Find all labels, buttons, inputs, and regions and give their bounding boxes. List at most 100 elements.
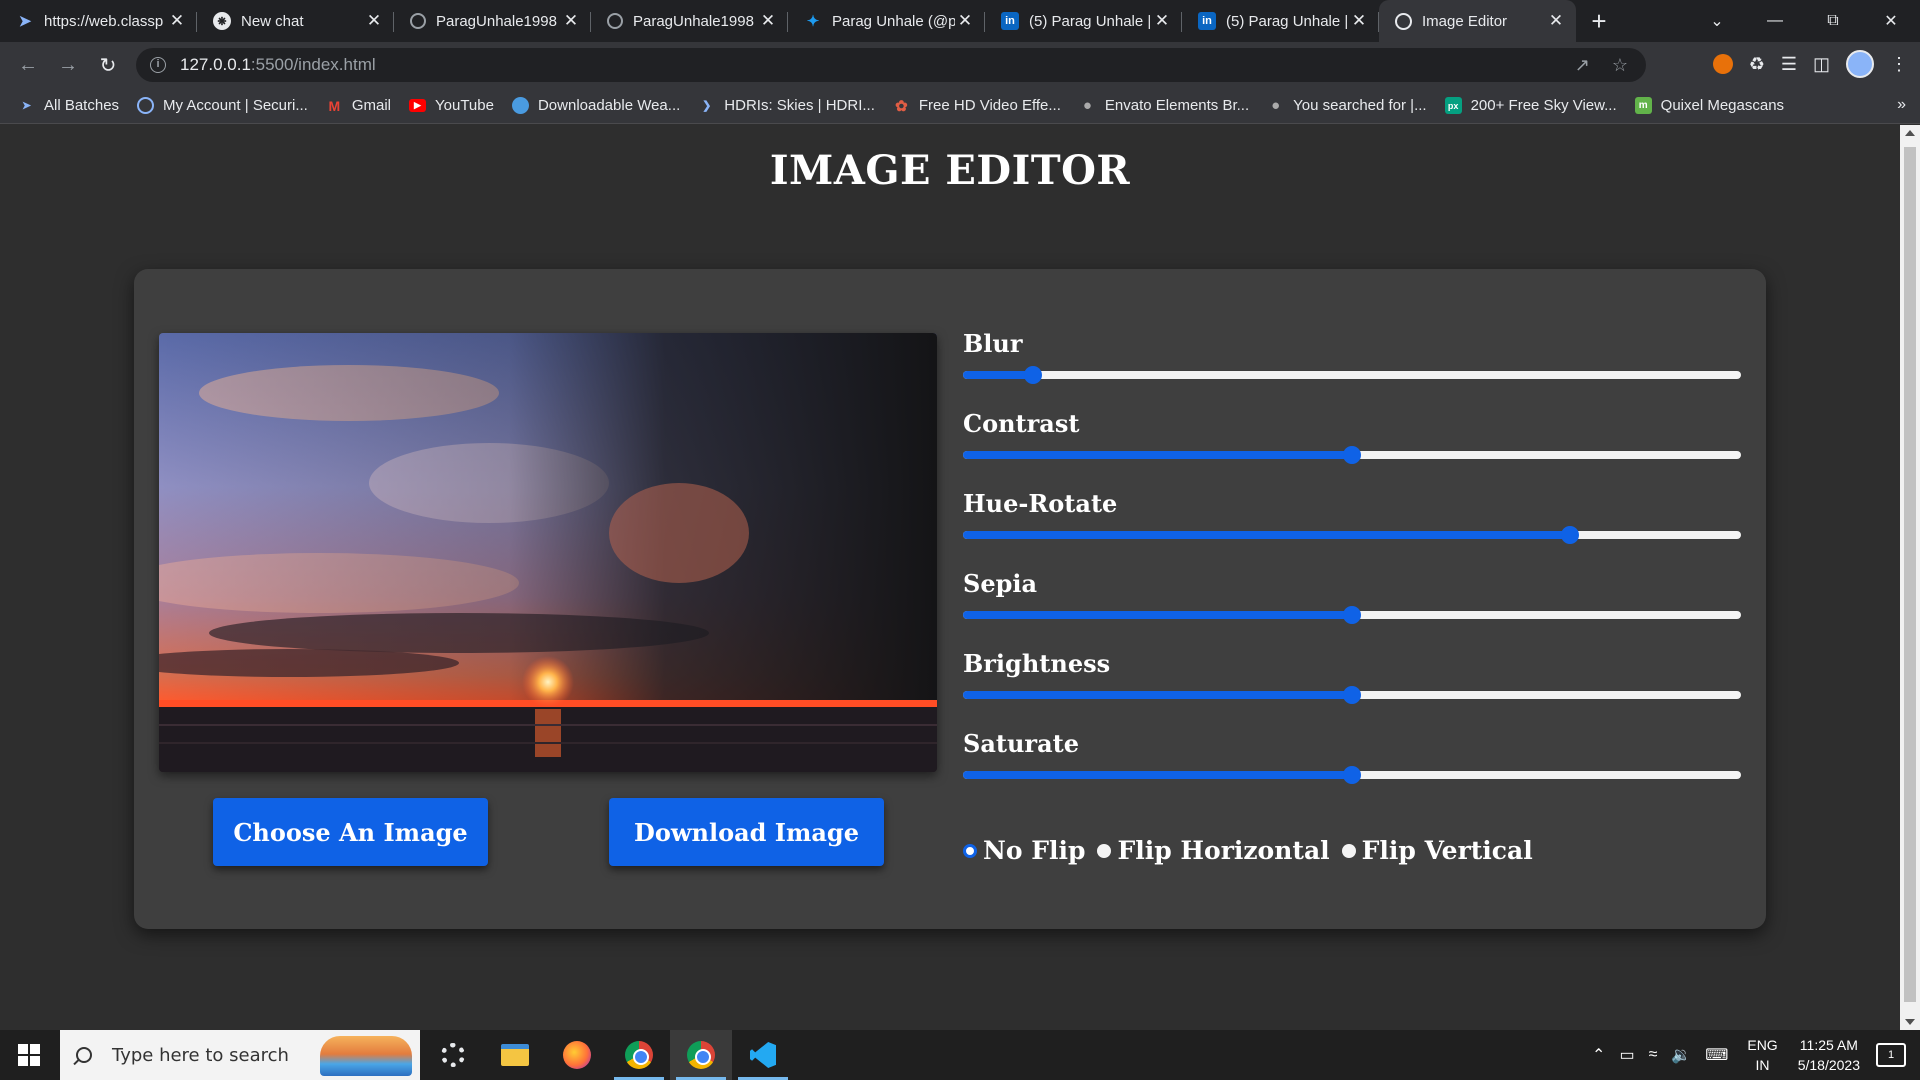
new-tab-button[interactable]: + xyxy=(1576,0,1622,42)
radio-button[interactable] xyxy=(1097,843,1112,858)
vscode-app-icon[interactable] xyxy=(732,1030,794,1080)
chrome-profile-app-icon[interactable] xyxy=(670,1030,732,1080)
reload-icon[interactable]: ↻ xyxy=(88,53,128,78)
close-icon[interactable]: ✕ xyxy=(561,11,581,31)
wifi-icon[interactable]: ≈ xyxy=(1649,1046,1658,1064)
volume-icon[interactable]: 🔉 xyxy=(1671,1045,1691,1065)
scroll-up-icon[interactable] xyxy=(1905,130,1915,136)
tab-linkedin-2[interactable]: in (5) Parag Unhale | ✕ xyxy=(1182,0,1379,42)
bookmark-you-searched[interactable]: ● You searched for |... xyxy=(1267,97,1426,114)
contrast-slider[interactable] xyxy=(963,446,1741,464)
firefox-icon xyxy=(563,1041,591,1069)
bookmark-hdris[interactable]: ❯ HDRIs: Skies | HDRI... xyxy=(698,97,875,114)
chevron-up-icon[interactable]: ⌃ xyxy=(1592,1045,1605,1065)
saturate-slider[interactable] xyxy=(963,766,1741,784)
search-placeholder: Type here to search xyxy=(112,1044,289,1066)
bookmark-envato-elements[interactable]: ● Envato Elements Br... xyxy=(1079,97,1249,114)
bookmark-all-batches[interactable]: ➤ All Batches xyxy=(18,97,119,114)
arrow-icon: ➤ xyxy=(21,100,32,112)
url-text[interactable]: 127.0.0.1:5500/index.html xyxy=(180,55,376,75)
close-icon[interactable]: ✕ xyxy=(1546,11,1566,31)
bookmark-label: Free HD Video Effe... xyxy=(918,97,1061,114)
page-scrollbar[interactable] xyxy=(1900,125,1920,1030)
lang-region: IN xyxy=(1755,1057,1770,1073)
slider-handle[interactable] xyxy=(1560,526,1579,544)
close-icon[interactable]: ✕ xyxy=(955,11,975,31)
slider-handle[interactable] xyxy=(1343,606,1361,624)
bookmark-free-sky-view[interactable]: px 200+ Free Sky View... xyxy=(1444,97,1617,114)
slider-handle[interactable] xyxy=(1343,446,1361,464)
close-icon[interactable]: ✕ xyxy=(1349,11,1369,31)
blur-slider[interactable] xyxy=(963,366,1741,384)
radio-button[interactable] xyxy=(1341,843,1356,858)
radio-button[interactable] xyxy=(963,843,977,858)
language-indicator[interactable]: ENG IN xyxy=(1747,1035,1777,1075)
bookmark-label: Gmail xyxy=(351,97,392,114)
restore-button[interactable]: ⧉ xyxy=(1804,12,1862,30)
keyboard-icon[interactable]: ⌨ xyxy=(1705,1045,1728,1065)
minimize-button[interactable]: — xyxy=(1746,12,1804,30)
pexels-icon: px xyxy=(1444,97,1462,114)
tab-github-2[interactable]: ParagUnhale1998 ✕ xyxy=(591,0,788,42)
start-button[interactable] xyxy=(0,1030,58,1080)
tab-image-editor[interactable]: Image Editor ✕ xyxy=(1379,0,1576,42)
battery-icon[interactable]: ▭ xyxy=(1619,1045,1634,1065)
tab-title: New chat xyxy=(241,12,304,30)
bookmark-downloadable-wea[interactable]: Downloadable Wea... xyxy=(511,97,680,114)
file-explorer-app-icon[interactable] xyxy=(484,1030,546,1080)
notification-icon[interactable]: 1 xyxy=(1876,1043,1906,1067)
info-icon[interactable]: i xyxy=(150,57,166,73)
tab-new-chat[interactable]: ❋ New chat ✕ xyxy=(197,0,394,42)
slider-handle[interactable] xyxy=(1024,366,1043,384)
back-icon[interactable]: ← xyxy=(8,54,48,77)
bookmark-gmail[interactable]: M Gmail xyxy=(326,97,392,114)
media-icon[interactable]: ☰ xyxy=(1781,54,1797,75)
flip-none-option[interactable]: No Flip xyxy=(963,836,1085,865)
linkedin-icon: in xyxy=(1001,12,1019,30)
filter-contrast: Contrast xyxy=(963,409,1743,489)
slider-handle[interactable] xyxy=(1343,766,1361,784)
flip-horizontal-option[interactable]: Flip Horizontal xyxy=(1097,836,1330,865)
chrome-app-icon[interactable] xyxy=(608,1030,670,1080)
settings-app-icon[interactable] xyxy=(422,1030,484,1080)
puzzle-icon[interactable]: ♻ xyxy=(1749,54,1765,75)
sepia-slider[interactable] xyxy=(963,606,1741,624)
scrollbar-thumb[interactable] xyxy=(1904,147,1916,1002)
clock[interactable]: 11:25 AM 5/18/2023 xyxy=(1798,1035,1860,1075)
close-icon[interactable]: ✕ xyxy=(364,11,384,31)
bookmark-youtube[interactable]: ▶ YouTube xyxy=(409,97,494,114)
choose-image-button[interactable]: Choose An Image xyxy=(213,798,488,866)
side-panel-icon[interactable]: ◫ xyxy=(1813,54,1830,75)
address-bar[interactable]: i 127.0.0.1:5500/index.html ↗ ☆ xyxy=(136,48,1646,82)
menu-icon[interactable]: ⋮ xyxy=(1890,54,1908,75)
tab-search-icon[interactable]: ⌄ xyxy=(1688,11,1746,31)
bookmarks-overflow-icon[interactable]: » xyxy=(1897,96,1906,114)
close-window-button[interactable]: ✕ xyxy=(1862,11,1920,31)
close-icon[interactable]: ✕ xyxy=(758,11,778,31)
tab-title: ParagUnhale1998 xyxy=(436,12,557,30)
slider-handle[interactable] xyxy=(1343,686,1361,704)
forward-icon[interactable]: → xyxy=(48,54,88,77)
bookmark-star-icon[interactable]: ☆ xyxy=(1612,55,1628,76)
slider-label: Blur xyxy=(963,329,1023,358)
tab-title: Parag Unhale (@p xyxy=(832,12,955,30)
share-icon[interactable]: ↗ xyxy=(1575,55,1590,76)
tab-classplus[interactable]: ➤ https://web.classp ✕ xyxy=(0,0,197,42)
close-icon[interactable]: ✕ xyxy=(1152,11,1172,31)
close-icon[interactable]: ✕ xyxy=(167,11,187,31)
download-image-button[interactable]: Download Image xyxy=(609,798,884,866)
extension-icon[interactable] xyxy=(1712,54,1733,74)
tab-linkedin-1[interactable]: in (5) Parag Unhale | ✕ xyxy=(985,0,1182,42)
bookmark-quixel[interactable]: m Quixel Megascans xyxy=(1634,97,1784,114)
hue-rotate-slider[interactable] xyxy=(963,526,1741,544)
bookmark-free-hd-video[interactable]: ✿ Free HD Video Effe... xyxy=(893,97,1061,115)
tab-github-1[interactable]: ParagUnhale1998 ✕ xyxy=(394,0,591,42)
taskbar-search-box[interactable]: Type here to search xyxy=(60,1030,420,1080)
flip-vertical-option[interactable]: Flip Vertical xyxy=(1341,836,1533,865)
avatar[interactable] xyxy=(1846,50,1874,78)
tab-twitter[interactable]: ✦ Parag Unhale (@p ✕ xyxy=(788,0,985,42)
bookmark-my-account[interactable]: My Account | Securi... xyxy=(137,97,308,114)
firefox-app-icon[interactable] xyxy=(546,1030,608,1080)
brightness-slider[interactable] xyxy=(963,686,1741,704)
scroll-down-icon[interactable] xyxy=(1905,1019,1915,1025)
